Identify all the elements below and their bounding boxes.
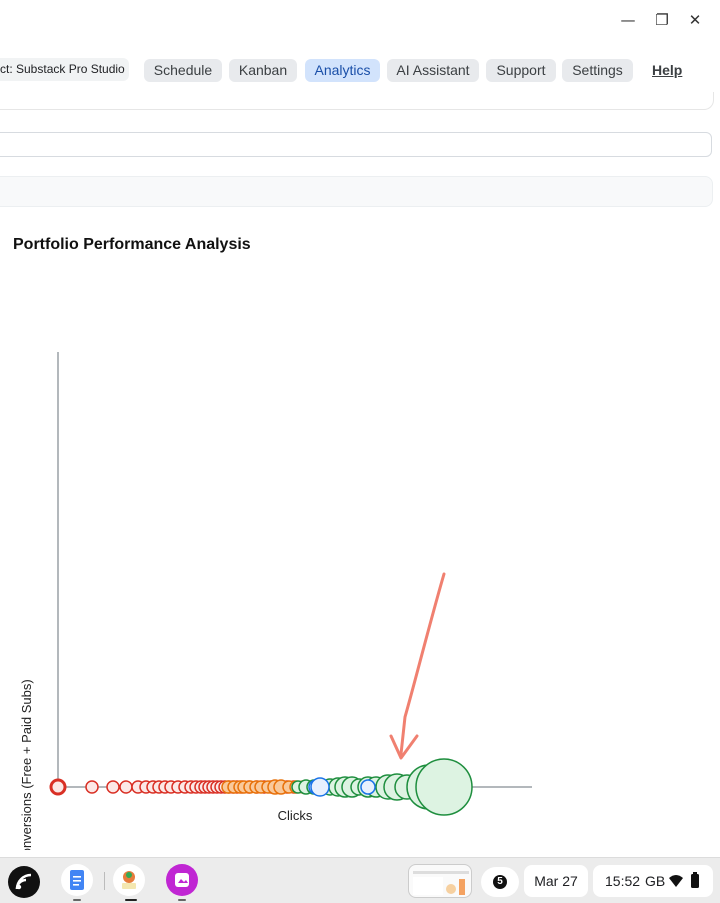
scatter-point — [106, 780, 120, 794]
locale-indicator: GB — [645, 873, 666, 889]
date-display[interactable]: Mar 27 — [524, 865, 588, 897]
header-divider — [0, 92, 714, 110]
scatter-point — [415, 758, 473, 816]
scatter-point — [360, 779, 376, 795]
notification-count: 5 — [493, 875, 507, 889]
top-nav: ct: Substack Pro Studio Schedule Kanban … — [0, 48, 720, 92]
toolbar-strip — [0, 176, 713, 207]
scatter-point — [310, 777, 330, 797]
nav-kanban-button[interactable]: Kanban — [229, 59, 297, 82]
nav-support-button[interactable]: Support — [486, 59, 556, 82]
project-selector[interactable]: ct: Substack Pro Studio — [0, 58, 129, 81]
battery-icon — [691, 872, 699, 888]
scatter-point — [85, 780, 99, 794]
scatter-chart: Clicks Conversions (Free + Paid Subs) — [19, 352, 532, 850]
notification-tray[interactable]: 5 — [481, 867, 519, 897]
close-icon[interactable]: ✕ — [685, 10, 705, 30]
chart-title: Portfolio Performance Analysis — [13, 236, 251, 253]
taskbar-separator — [104, 872, 105, 890]
substack-pro-running-indicator — [125, 899, 137, 901]
window-thumbnail[interactable] — [408, 864, 472, 898]
annotation-arrow — [399, 572, 446, 756]
data-points — [49, 758, 473, 816]
y-axis-label: Conversions (Free + Paid Subs) — [19, 679, 34, 850]
scatter-point — [119, 780, 133, 794]
nav-schedule-button[interactable]: Schedule — [144, 59, 222, 82]
clock-time: 15:52 — [605, 873, 641, 889]
scatter-point — [49, 778, 67, 796]
gallery-app-icon[interactable] — [166, 864, 198, 896]
title-bar: — ❐ ✕ — [0, 0, 720, 40]
filter-input[interactable] — [0, 132, 712, 157]
docs-app-icon[interactable] — [61, 864, 93, 896]
wifi-icon — [669, 875, 683, 887]
help-link[interactable]: Help — [652, 59, 682, 82]
docs-running-indicator — [73, 899, 81, 901]
nav-analytics-button[interactable]: Analytics — [305, 59, 380, 82]
gallery-running-indicator — [178, 899, 186, 901]
taskbar: 5 Mar 27 15:52 GB — [0, 857, 720, 903]
minimize-icon[interactable]: — — [618, 10, 638, 30]
launcher-icon[interactable] — [8, 866, 40, 898]
nav-settings-button[interactable]: Settings — [562, 59, 633, 82]
substack-pro-app-icon[interactable] — [113, 864, 145, 896]
x-axis-label: Clicks — [278, 808, 313, 823]
nav-ai-assistant-button[interactable]: AI Assistant — [387, 59, 479, 82]
status-tray[interactable]: 15:52 GB — [593, 865, 713, 897]
restore-icon[interactable]: ❐ — [652, 10, 672, 30]
